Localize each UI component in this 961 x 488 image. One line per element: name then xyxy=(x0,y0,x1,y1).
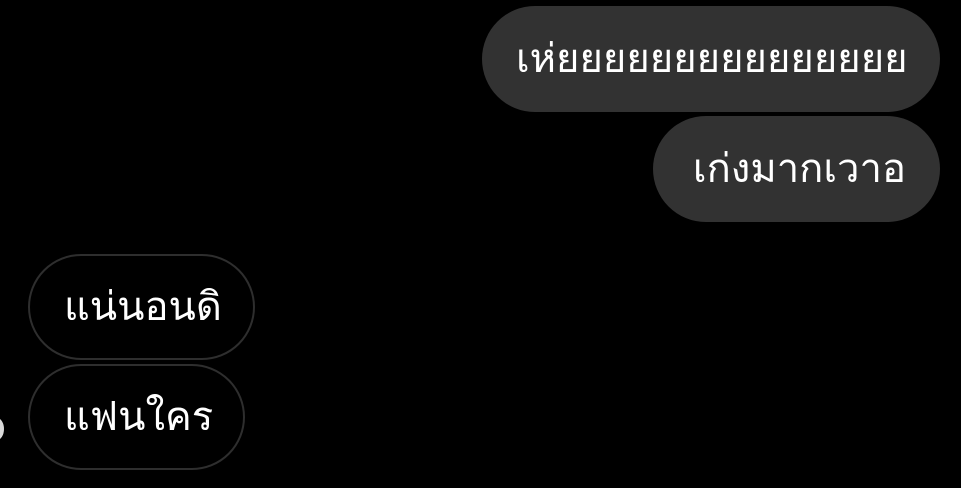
received-message-bubble[interactable]: แฟนใคร xyxy=(28,364,245,470)
message-text: เก่งมากเวาอ xyxy=(692,146,906,192)
chat-thread: เห่ยยยยยยยยยยยยยยย เก่งมากเวาอ แน่นอนดิ … xyxy=(0,0,961,488)
message-text: แน่นอนดิ xyxy=(64,284,222,330)
sender-avatar[interactable] xyxy=(0,418,4,440)
message-text: แฟนใคร xyxy=(64,394,214,440)
sent-message-bubble[interactable]: เห่ยยยยยยยยยยยยยยย xyxy=(482,6,940,112)
sent-message-bubble[interactable]: เก่งมากเวาอ xyxy=(653,116,940,222)
message-text: เห่ยยยยยยยยยยยยยยย xyxy=(516,36,908,82)
received-message-bubble[interactable]: แน่นอนดิ xyxy=(28,254,255,360)
